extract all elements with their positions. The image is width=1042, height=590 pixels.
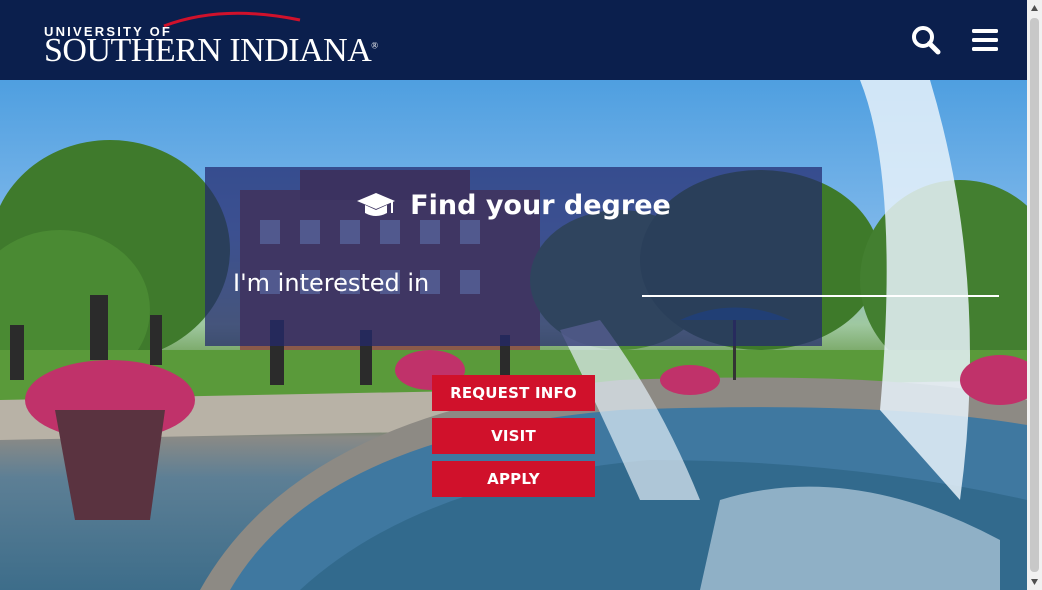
request-info-button[interactable]: REQUEST INFO: [432, 375, 595, 411]
logo-swoosh-graphic: [163, 11, 301, 28]
interest-input[interactable]: [642, 263, 999, 297]
site-header: UNIVERSITY OF SOUTHERN INDIANA®: [0, 0, 1027, 80]
scroll-up-arrow-icon[interactable]: [1030, 4, 1039, 13]
visit-button[interactable]: VISIT: [432, 418, 595, 454]
interest-label: I'm interested in: [233, 269, 430, 297]
page-scrollbar[interactable]: [1027, 0, 1042, 590]
university-logo[interactable]: UNIVERSITY OF SOUTHERN INDIANA®: [44, 10, 378, 70]
scrollbar-thumb[interactable]: [1030, 18, 1039, 572]
apply-button[interactable]: APPLY: [432, 461, 595, 497]
logo-big-text: SOUTHERN INDIANA®: [44, 32, 378, 70]
scroll-down-arrow-icon[interactable]: [1030, 577, 1039, 586]
logo-main-text: SOUTHERN INDIANA: [44, 32, 372, 69]
degree-finder-title-text: Find your degree: [410, 189, 671, 221]
search-icon[interactable]: [908, 22, 944, 58]
hero-section: Find your degree I'm interested in REQUE…: [0, 80, 1027, 590]
degree-finder-panel: Find your degree I'm interested in: [205, 167, 999, 346]
hamburger-menu-icon[interactable]: [966, 22, 1002, 58]
graduation-cap-icon: [357, 193, 396, 216]
logo-registered-mark: ®: [371, 40, 378, 51]
degree-finder-title: Find your degree: [205, 185, 822, 225]
